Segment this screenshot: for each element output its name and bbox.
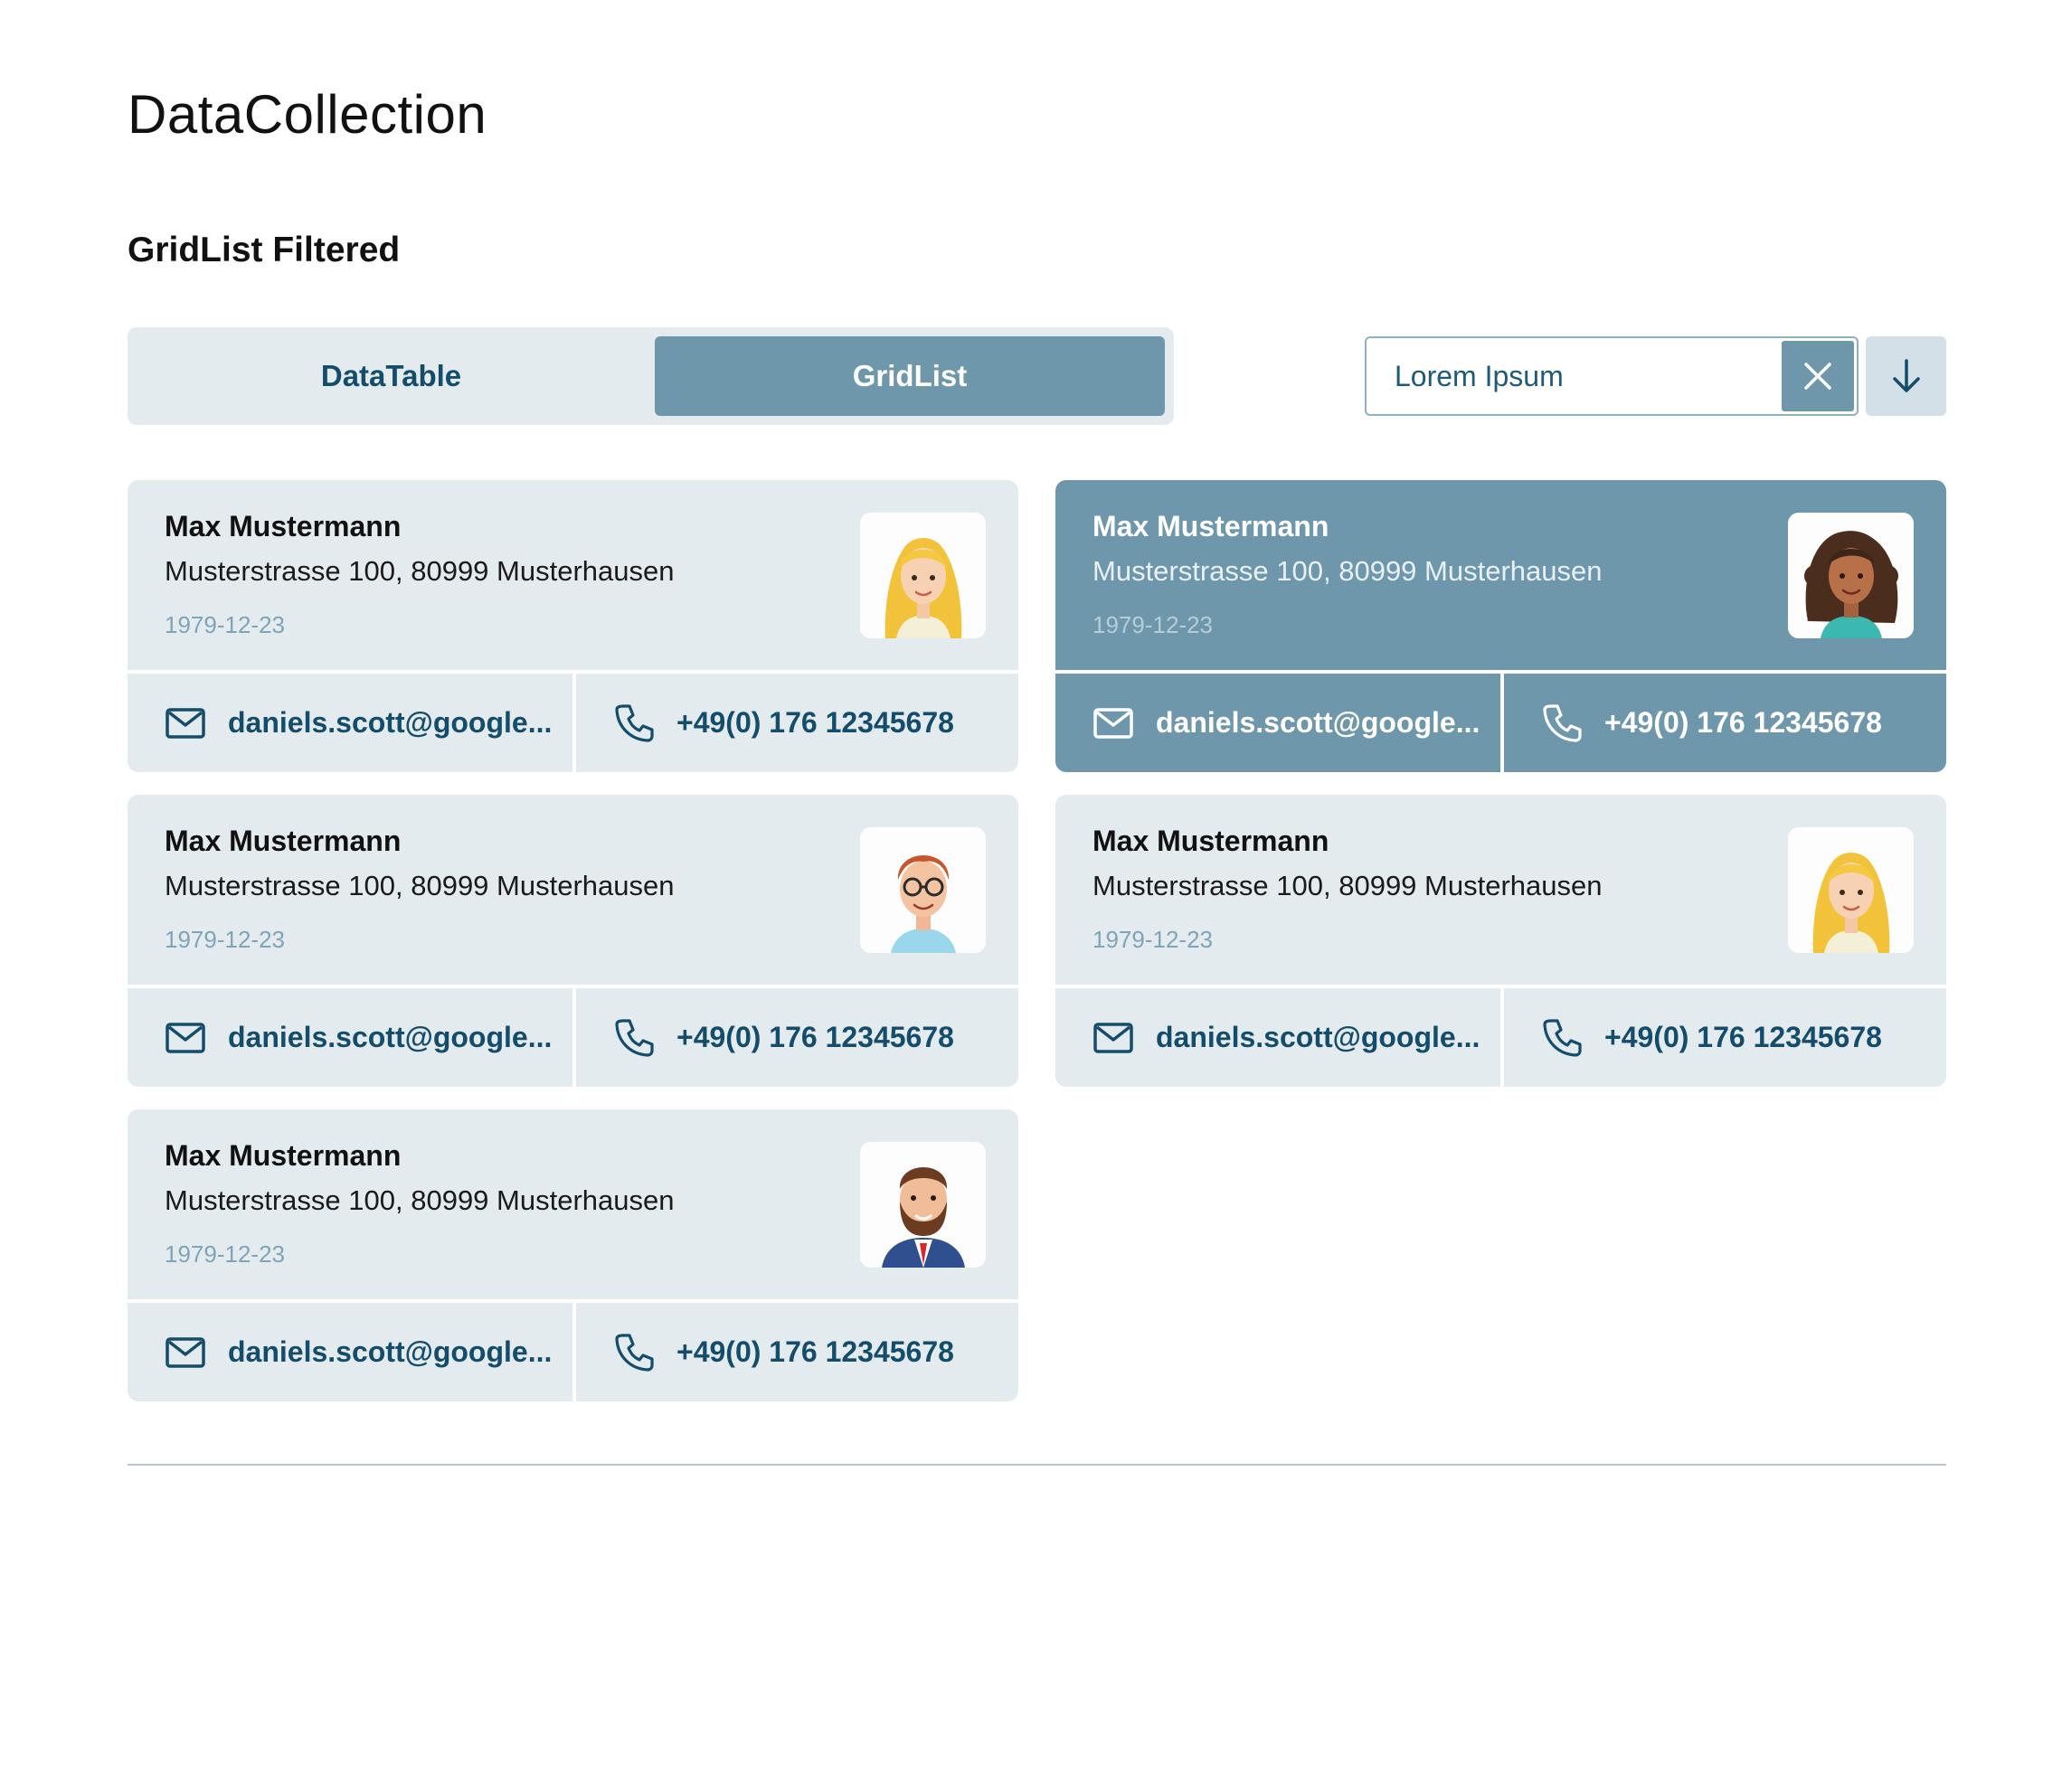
sort-button[interactable]: [1866, 336, 1946, 416]
mail-icon: [165, 1332, 206, 1373]
tab-datatable[interactable]: DataTable: [137, 336, 646, 416]
search-input[interactable]: [1367, 338, 1783, 414]
tab-gridlist[interactable]: GridList: [655, 336, 1165, 416]
email-text: daniels.scott@google...: [228, 1021, 553, 1053]
mail-icon: [1092, 703, 1134, 744]
contact-address: Musterstrasse 100, 80999 Musterhausen: [1092, 555, 1603, 587]
email-link[interactable]: daniels.scott@google...: [128, 988, 572, 1087]
card-contacts: daniels.scott@google... +49(0) 176 12345…: [128, 1303, 1018, 1401]
card-header: Max Mustermann Musterstrasse 100, 80999 …: [128, 795, 1018, 985]
contact-address: Musterstrasse 100, 80999 Musterhausen: [165, 555, 675, 587]
contact-name: Max Mustermann: [165, 825, 402, 857]
card-contacts: daniels.scott@google... +49(0) 176 12345…: [1055, 988, 1946, 1087]
view-switch: DataTable GridList: [128, 327, 1174, 425]
contact-address: Musterstrasse 100, 80999 Musterhausen: [165, 1184, 675, 1216]
email-text: daniels.scott@google...: [1156, 1021, 1480, 1053]
phone-text: +49(0) 176 12345678: [676, 706, 954, 739]
divider: [128, 1464, 1946, 1466]
contact-name: Max Mustermann: [1092, 510, 1329, 542]
phone-link[interactable]: +49(0) 176 12345678: [576, 1303, 1018, 1401]
phone-link[interactable]: +49(0) 176 12345678: [576, 988, 1018, 1087]
card-contacts: daniels.scott@google... +49(0) 176 12345…: [128, 988, 1018, 1087]
contact-address: Musterstrasse 100, 80999 Musterhausen: [165, 870, 675, 901]
phone-text: +49(0) 176 12345678: [676, 1335, 954, 1368]
card-header: Max Mustermann Musterstrasse 100, 80999 …: [1055, 480, 1946, 670]
contact-name: Max Mustermann: [165, 1139, 402, 1172]
page-title: DataCollection: [128, 84, 487, 145]
contact-card[interactable]: Max Mustermann Musterstrasse 100, 80999 …: [1055, 480, 1946, 772]
contact-birthdate: 1979-12-23: [165, 926, 285, 953]
card-header: Max Mustermann Musterstrasse 100, 80999 …: [128, 480, 1018, 670]
phone-icon: [1541, 1017, 1583, 1059]
email-link[interactable]: daniels.scott@google...: [1055, 674, 1500, 772]
avatar: [860, 513, 986, 638]
arrow-down-icon: [1892, 359, 1920, 392]
mail-icon: [165, 703, 206, 744]
avatar: [1788, 827, 1914, 953]
email-text: daniels.scott@google...: [228, 706, 553, 739]
clear-search-button[interactable]: [1782, 341, 1854, 411]
email-text: daniels.scott@google...: [228, 1335, 553, 1368]
email-link[interactable]: daniels.scott@google...: [128, 1303, 572, 1401]
avatar: [1788, 513, 1914, 638]
contact-name: Max Mustermann: [165, 510, 402, 542]
contact-address: Musterstrasse 100, 80999 Musterhausen: [1092, 870, 1603, 901]
contact-card[interactable]: Max Mustermann Musterstrasse 100, 80999 …: [1055, 795, 1946, 1087]
mail-icon: [1092, 1017, 1134, 1059]
phone-text: +49(0) 176 12345678: [676, 1021, 954, 1053]
card-header: Max Mustermann Musterstrasse 100, 80999 …: [1055, 795, 1946, 985]
avatar: [860, 827, 986, 953]
phone-icon: [613, 1017, 655, 1059]
close-icon: [1804, 363, 1831, 390]
card-contacts: daniels.scott@google... +49(0) 176 12345…: [128, 674, 1018, 772]
phone-link[interactable]: +49(0) 176 12345678: [1504, 988, 1946, 1087]
section-title: GridList Filtered: [128, 231, 401, 269]
phone-text: +49(0) 176 12345678: [1604, 706, 1882, 739]
page: DataCollection GridList Filtered DataTab…: [0, 0, 2062, 1792]
contact-card[interactable]: Max Mustermann Musterstrasse 100, 80999 …: [128, 1109, 1018, 1401]
email-text: daniels.scott@google...: [1156, 706, 1480, 739]
card-contacts: daniels.scott@google... +49(0) 176 12345…: [1055, 674, 1946, 772]
contact-card[interactable]: Max Mustermann Musterstrasse 100, 80999 …: [128, 480, 1018, 772]
search-box: [1365, 336, 1859, 416]
contact-name: Max Mustermann: [1092, 825, 1329, 857]
phone-text: +49(0) 176 12345678: [1604, 1021, 1882, 1053]
phone-link[interactable]: +49(0) 176 12345678: [576, 674, 1018, 772]
phone-icon: [613, 1332, 655, 1373]
contact-birthdate: 1979-12-23: [165, 1240, 285, 1268]
email-link[interactable]: daniels.scott@google...: [128, 674, 572, 772]
contact-birthdate: 1979-12-23: [1092, 611, 1213, 638]
phone-icon: [613, 703, 655, 744]
phone-link[interactable]: +49(0) 176 12345678: [1504, 674, 1946, 772]
avatar: [860, 1142, 986, 1268]
contact-birthdate: 1979-12-23: [1092, 926, 1213, 953]
phone-icon: [1541, 703, 1583, 744]
contact-birthdate: 1979-12-23: [165, 611, 285, 638]
mail-icon: [165, 1017, 206, 1059]
email-link[interactable]: daniels.scott@google...: [1055, 988, 1500, 1087]
contact-card[interactable]: Max Mustermann Musterstrasse 100, 80999 …: [128, 795, 1018, 1087]
card-header: Max Mustermann Musterstrasse 100, 80999 …: [128, 1109, 1018, 1299]
